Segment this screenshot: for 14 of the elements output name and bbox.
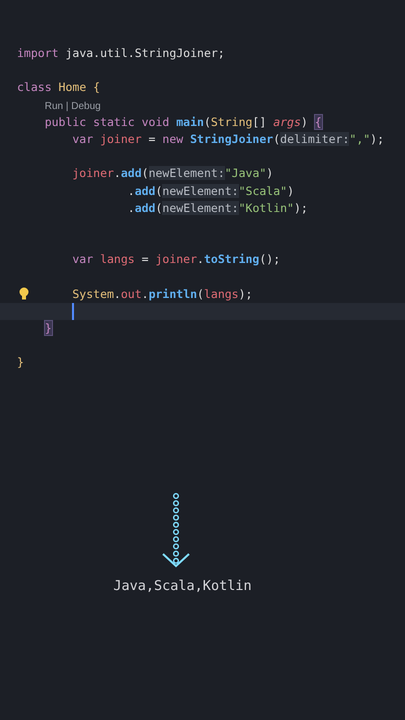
code-line: .add(newElement:"Scala") (128, 182, 294, 200)
code-line: import java.util.StringJoiner; (17, 45, 225, 62)
code-line: var langs = joiner.toString(); (72, 251, 280, 268)
lightbulb-icon[interactable] (19, 286, 29, 300)
code-line: joiner.add(newElement:"Java") (72, 165, 274, 182)
code-line: .add(newElement:"Kotlin"); (128, 200, 308, 217)
codelens-links[interactable]: Run | Debug (44, 98, 101, 115)
code-line: public static void main(String[] args) { (44, 114, 322, 131)
text-cursor (72, 302, 74, 320)
output-text: Java,Scala,Kotlin (113, 577, 252, 596)
code-line: class Home { (17, 79, 100, 96)
code-line: var joiner = new StringJoiner(delimiter:","); (72, 130, 384, 148)
code-line: System.out.println(langs); (72, 286, 252, 303)
code-line: } (17, 354, 24, 372)
